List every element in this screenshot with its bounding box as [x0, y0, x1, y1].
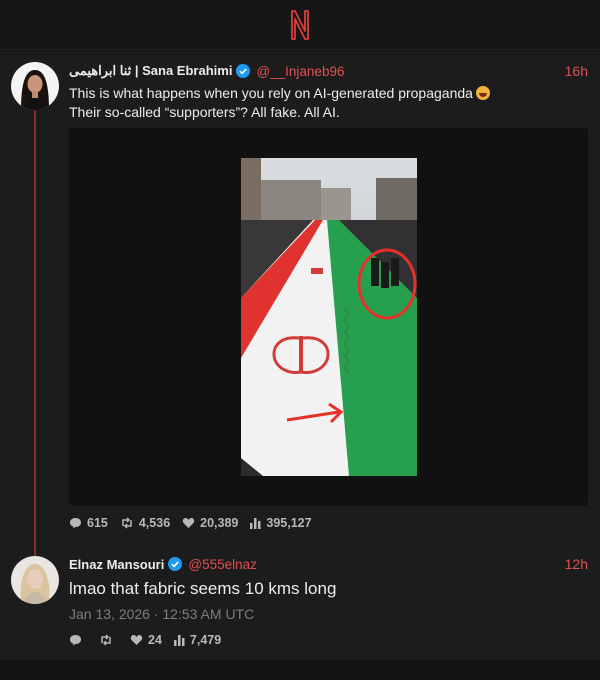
heart-icon: [182, 518, 195, 528]
tweet-time[interactable]: 12h: [565, 556, 588, 572]
verified-badge-icon: [236, 64, 251, 78]
retweet-icon: [101, 634, 111, 646]
tweet-time[interactable]: 16h: [565, 63, 588, 79]
tweet-header: Elnaz Mansouri @555elnaz: [69, 554, 257, 574]
tweet-header: ثنا ابراهیمی | Sana Ebrahimi @__Injaneb9…: [69, 61, 344, 81]
like-stat[interactable]: 20,389: [182, 516, 238, 530]
verified-badge-icon: [168, 557, 183, 571]
views-stat: 395,127: [250, 516, 312, 530]
retweet-stat[interactable]: [99, 634, 118, 646]
avatar[interactable]: [11, 62, 59, 110]
tweet-stats: 615 4,536 20,389 395,127: [69, 515, 324, 531]
reply-stat[interactable]: [69, 634, 87, 646]
retweet-icon: [122, 517, 132, 529]
username-handle[interactable]: @__Injaneb96: [256, 64, 344, 79]
tweet-stats: 24 7,479: [69, 632, 233, 648]
video-player[interactable]: [69, 128, 588, 506]
avatar[interactable]: [11, 556, 59, 604]
comment-icon: [70, 518, 81, 529]
tweet-text-line: Their so-called “supporters”? All fake. …: [69, 104, 340, 120]
reply-stat[interactable]: 615: [69, 516, 108, 530]
display-name[interactable]: ثنا ابراهیمی | Sana Ebrahimi: [69, 63, 232, 79]
laughing-emoji-icon: [475, 86, 490, 100]
top-bar: [0, 0, 600, 50]
video-frame: [241, 158, 417, 476]
display-name[interactable]: Elnaz Mansouri: [69, 557, 164, 572]
bar-chart-icon: [250, 518, 261, 529]
page-footer: [0, 660, 600, 680]
nitter-logo-icon[interactable]: [282, 7, 318, 43]
tweet-text: This is what happens when you rely on AI…: [69, 84, 579, 122]
thread: ثنا ابراهیمی | Sana Ebrahimi @__Injaneb9…: [0, 51, 600, 660]
username-handle[interactable]: @555elnaz: [188, 557, 257, 572]
comment-icon: [70, 635, 81, 646]
retweet-stat[interactable]: 4,536: [120, 516, 170, 530]
heart-icon: [130, 635, 143, 645]
views-stat: 7,479: [173, 633, 221, 647]
tweet-text: lmao that fabric seems 10 kms long: [69, 579, 337, 598]
bar-chart-icon: [173, 635, 185, 646]
tweet-text-line: This is what happens when you rely on AI…: [69, 85, 473, 101]
thread-connector-line: [34, 109, 36, 597]
tweet-date[interactable]: Jan 13, 2026 · 12:53 AM UTC: [69, 606, 254, 622]
like-stat[interactable]: 24: [130, 633, 162, 647]
